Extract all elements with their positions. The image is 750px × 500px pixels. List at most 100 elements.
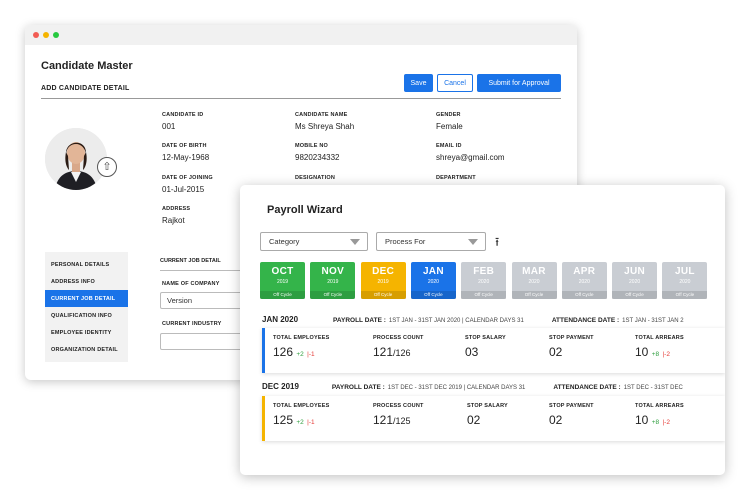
stat-stop-payment: STOP PAYMENT 02 bbox=[549, 335, 594, 359]
month-tile-jul[interactable]: JUL 2020 Off Cycle bbox=[662, 262, 708, 299]
stat-down: |-1 bbox=[307, 351, 315, 358]
month-name: FEB bbox=[473, 266, 495, 277]
month-tag: Off Cycle bbox=[310, 291, 356, 299]
field-value[interactable]: Female bbox=[436, 122, 463, 131]
month-tile-dec[interactable]: DEC 2019 Off Cycle bbox=[360, 262, 406, 299]
summary-card-jan-2020: TOTAL EMPLOYEES 126 +2 |-1 PROCESS COUNT… bbox=[262, 328, 725, 373]
field-value[interactable]: Ms Shreya Shah bbox=[295, 122, 354, 131]
month-tile-feb[interactable]: FEB 2020 Off Cycle bbox=[461, 262, 507, 299]
field-label: CANDIDATE ID bbox=[162, 112, 204, 118]
stat-value-row: 10 +8 |-2 bbox=[635, 345, 684, 359]
field-label: DATE OF JOINING bbox=[162, 175, 213, 181]
stat-value: 10 bbox=[635, 345, 649, 359]
attendance-date-label: ATTENDANCE DATE : bbox=[551, 317, 620, 324]
payroll-wizard-window: Payroll Wizard Category Process For ⭱ OC… bbox=[240, 185, 725, 475]
field-label: DESIGNATION bbox=[295, 175, 335, 181]
current-job-heading: CURRENT JOB DETAIL bbox=[160, 258, 221, 264]
month-tile-jun[interactable]: JUN 2020 Off Cycle bbox=[612, 262, 658, 299]
stat-label: STOP PAYMENT bbox=[549, 335, 594, 341]
month-tile-oct[interactable]: OCT 2019 Off Cycle bbox=[260, 262, 305, 299]
stat-label: TOTAL ARREARS bbox=[635, 403, 684, 409]
field-label: MOBILE NO bbox=[295, 143, 328, 149]
stat-value: 10 bbox=[635, 413, 649, 427]
stat-total: /125 bbox=[393, 416, 411, 426]
upload-photo-icon[interactable]: ⇧ bbox=[97, 157, 117, 177]
month-name: OCT bbox=[271, 266, 294, 277]
window-titlebar bbox=[25, 25, 577, 45]
field-value[interactable]: 12-May-1968 bbox=[162, 153, 209, 162]
month-name: JAN bbox=[422, 266, 444, 277]
sidenav-item-address-info[interactable]: ADDRESS INFO bbox=[45, 273, 128, 290]
month-tile-mar[interactable]: MAR 2020 Off Cycle bbox=[511, 262, 557, 299]
stat-stop-salary: STOP SALARY 02 bbox=[467, 403, 508, 427]
stat-value: 02 bbox=[549, 413, 563, 427]
field-department: DEPARTMENT bbox=[436, 175, 476, 185]
stat-value: 02 bbox=[549, 345, 563, 359]
month-year: 2019 bbox=[377, 279, 389, 285]
stat-up: +2 bbox=[296, 351, 304, 358]
avatar bbox=[45, 128, 107, 190]
industry-field: CURRENT INDUSTRY bbox=[162, 321, 222, 327]
stat-value-row: 121/125 bbox=[373, 413, 424, 427]
minimize-dot-icon[interactable] bbox=[43, 32, 49, 38]
month-year: 2020 bbox=[528, 279, 540, 285]
payroll-date-value: 1ST DEC - 31ST DEC 2019 | CALENDAR DAYS … bbox=[387, 385, 526, 391]
month-year: 2019 bbox=[327, 279, 339, 285]
section-header-jan-2020: JAN 2020 PAYROLL DATE : 1ST JAN - 31ST J… bbox=[262, 315, 684, 324]
field-address: ADDRESS Rajkot bbox=[162, 206, 190, 225]
stat-process-count: PROCESS COUNT 121/125 bbox=[373, 403, 424, 427]
field-mobile-no: MOBILE NO 9820234332 bbox=[295, 143, 340, 162]
field-value[interactable]: 01-Jul-2015 bbox=[162, 185, 213, 194]
maximize-dot-icon[interactable] bbox=[53, 32, 59, 38]
sidenav-item-qualification-info[interactable]: QUALIFICATION INFO bbox=[45, 307, 128, 324]
month-year: 2020 bbox=[427, 279, 439, 285]
upload-icon[interactable]: ⭱ bbox=[495, 233, 499, 254]
month-name: APR bbox=[573, 266, 596, 277]
month-tag: Off Cycle bbox=[511, 291, 557, 299]
stat-total-arrears: TOTAL ARREARS 10 +8 |-2 bbox=[635, 335, 684, 359]
sidenav-item-personal-details[interactable]: PERSONAL DETAILS bbox=[45, 256, 128, 273]
month-tag: Off Cycle bbox=[260, 291, 305, 299]
stat-label: TOTAL EMPLOYEES bbox=[273, 335, 330, 341]
sidenav-item-current-job-detail[interactable]: CURRENT JOB DETAIL bbox=[45, 290, 128, 307]
stat-label: PROCESS COUNT bbox=[373, 335, 424, 341]
cancel-button[interactable]: Cancel bbox=[437, 74, 473, 92]
process-for-dropdown[interactable]: Process For bbox=[376, 232, 486, 251]
category-dropdown[interactable]: Category bbox=[260, 232, 368, 251]
stat-label: STOP SALARY bbox=[467, 403, 508, 409]
save-button[interactable]: Save bbox=[404, 74, 433, 92]
stat-up: +8 bbox=[651, 419, 660, 426]
summary-card-dec-2019: TOTAL EMPLOYEES 125 +2 |-1 PROCESS COUNT… bbox=[262, 396, 725, 441]
sidenav-item-employee-identity[interactable]: EMPLOYEE IDENTITY bbox=[45, 324, 128, 341]
close-dot-icon[interactable] bbox=[33, 32, 39, 38]
payroll-date-label: PAYROLL DATE : bbox=[333, 317, 386, 324]
field-value[interactable]: 001 bbox=[162, 122, 203, 131]
payroll-date-value: 1ST JAN - 31ST JAN 2020 | CALENDAR DAYS … bbox=[388, 318, 524, 324]
stat-total-employees: TOTAL EMPLOYEES 125 +2 |-1 bbox=[273, 403, 329, 427]
stat-value: 125 bbox=[273, 413, 294, 427]
stat-value-row: 121/126 bbox=[373, 345, 424, 359]
stat-label: STOP PAYMENT bbox=[549, 403, 594, 409]
sidenav-item-organization-detail[interactable]: ORGANIZATION DETAIL bbox=[45, 341, 128, 358]
company-label: NAME OF COMPANY bbox=[162, 281, 220, 287]
month-year: 2019 bbox=[276, 279, 289, 285]
month-year: 2020 bbox=[578, 279, 590, 285]
category-dropdown-label: Category bbox=[269, 237, 300, 246]
stat-value: 02 bbox=[467, 413, 481, 427]
month-tag: Off Cycle bbox=[360, 291, 406, 299]
month-tile-jan[interactable]: JAN 2020 Off Cycle bbox=[410, 262, 456, 299]
stat-value: 126 bbox=[273, 345, 294, 359]
submit-for-approval-button[interactable]: Submit for Approval bbox=[477, 74, 561, 92]
field-value[interactable]: Rajkot bbox=[162, 216, 190, 225]
field-value[interactable]: 9820234332 bbox=[295, 153, 340, 162]
stat-down: |-1 bbox=[307, 419, 315, 426]
field-label: ADDRESS bbox=[162, 206, 191, 212]
month-tile-apr[interactable]: APR 2020 Off Cycle bbox=[561, 262, 607, 299]
stat-down: |-2 bbox=[662, 351, 670, 358]
field-value[interactable]: shreya@gmail.com bbox=[436, 153, 505, 162]
payroll-title: Payroll Wizard bbox=[267, 204, 343, 216]
stat-value: 03 bbox=[465, 345, 479, 359]
stat-up: +2 bbox=[296, 419, 304, 426]
month-tile-nov[interactable]: NOV 2019 Off Cycle bbox=[310, 262, 356, 299]
stat-value: 121 bbox=[373, 413, 394, 427]
